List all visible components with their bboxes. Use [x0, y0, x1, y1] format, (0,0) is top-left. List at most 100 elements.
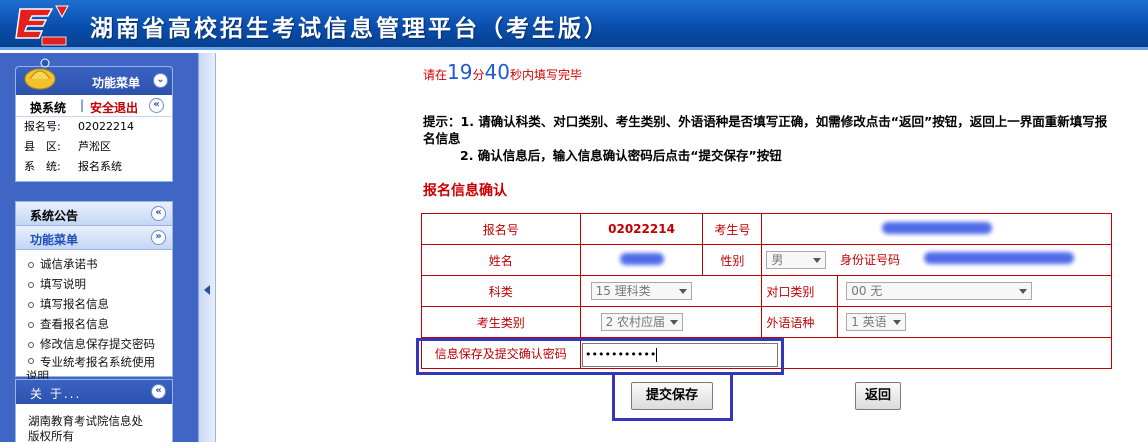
- tip-line-1: 提示：1. 请确认科类、对口类别、考生类别、外语语种是否填写正确，如需修改点击“…: [423, 114, 1108, 146]
- redacted-exam-no: [881, 221, 992, 234]
- timer-min-unit: 分: [472, 68, 485, 82]
- user-info-panel: 功能菜单 ⌄ 换系统 | 安全退出 « 报名号: 02022214 县 区: 芦淞区…: [15, 58, 173, 182]
- announcement-title[interactable]: 系统公告: [30, 207, 78, 224]
- info-value: 芦淞区: [78, 140, 111, 153]
- id-label: 身份证号码: [840, 252, 901, 267]
- info-label: 县 区:: [24, 140, 61, 153]
- menu-item-label: 修改信息保存提交密码: [40, 337, 155, 351]
- about-text: 湖南教育考试院信息处 版权所有: [16, 404, 172, 444]
- chevron-down-icon: [669, 320, 678, 325]
- vocational-label: 对口类别: [761, 275, 839, 307]
- info-label: 系 统:: [24, 160, 61, 173]
- menu-item-label: 专业统考报名系统使用: [40, 355, 155, 369]
- collapse-arrow-icon[interactable]: [204, 285, 210, 295]
- timer-prefix: 请在: [423, 68, 448, 82]
- about-title[interactable]: 关 于...: [30, 385, 81, 402]
- gender-id-cell: 男 身份证号码: [761, 244, 1112, 276]
- menu-item-label: 填写说明: [40, 277, 86, 291]
- menu-header[interactable]: 功能菜单 »: [16, 226, 172, 250]
- subject-label: 科类: [421, 275, 581, 307]
- menu-item-view-info[interactable]: 查看报名信息: [16, 314, 172, 334]
- highlight-box-password: [416, 338, 784, 375]
- language-select[interactable]: 1 英语: [846, 313, 907, 331]
- menu-panel: 系统公告 « 功能菜单 » 诚信承诺书 填写说明 填写报名信息 查看报名信息 修…: [15, 201, 173, 383]
- tip-line-2: 2. 确认信息后，输入信息确认密码后点击“提交保存”按钮: [460, 148, 782, 163]
- app-header: 湖南省高校招生考试信息管理平台（考生版）: [0, 0, 1148, 50]
- menu-item-label: 诚信承诺书: [40, 257, 98, 271]
- chevron-down-icon: [813, 258, 822, 264]
- info-row-system: 系 统: 报名系统: [16, 157, 172, 177]
- page-title: 湖南省高校招生考试信息管理平台（考生版）: [90, 16, 610, 42]
- vocational-cell: 00 无: [837, 275, 1112, 307]
- back-button[interactable]: 返回: [855, 382, 901, 410]
- menu-item-instructions[interactable]: 填写说明: [16, 274, 172, 294]
- submit-save-button[interactable]: 提交保存: [631, 382, 713, 410]
- logout-link[interactable]: 安全退出: [90, 99, 138, 116]
- info-value: 报名系统: [78, 160, 122, 173]
- subject-selected: 15 理科类: [595, 284, 651, 298]
- info-row-reg-no: 报名号: 02022214: [16, 117, 172, 137]
- reg-no-value: 02022214: [579, 213, 704, 245]
- tips-text: 提示：1. 请确认科类、对口类别、考生类别、外语语种是否填写正确，如需修改点击“…: [423, 113, 1113, 164]
- table-row: 姓名 性别 男 身份证号码: [421, 244, 1112, 276]
- subject-select[interactable]: 15 理科类: [590, 282, 692, 300]
- vocational-selected: 00 无: [851, 284, 883, 298]
- chevron-down-icon: [893, 320, 902, 325]
- timer-seconds: 40: [484, 60, 510, 84]
- announcement-header[interactable]: 系统公告 «: [16, 202, 172, 226]
- subject-cell: 15 理科类: [579, 275, 763, 307]
- exam-no-value: [761, 213, 1112, 245]
- exam-no-label: 考生号: [702, 213, 763, 245]
- about-panel: 关 于... « 湖南教育考试院信息处 版权所有: [15, 379, 173, 444]
- menu-item-pledge[interactable]: 诚信承诺书: [16, 254, 172, 274]
- chevron-up-icon[interactable]: «: [151, 206, 166, 221]
- chevron-down-icon[interactable]: ⌄: [153, 73, 168, 88]
- chevron-up-icon[interactable]: «: [149, 98, 164, 113]
- menu-shell-icon: [24, 58, 56, 90]
- gender-label: 性别: [702, 244, 763, 276]
- name-label: 姓名: [421, 244, 581, 276]
- bullet-icon: [28, 262, 34, 268]
- chevron-down-icon: [678, 289, 687, 294]
- menu-item-label: 填写报名信息: [40, 297, 109, 311]
- system-row: 换系统 | 安全退出 «: [16, 95, 172, 117]
- sidebar-splitter[interactable]: [198, 53, 216, 442]
- menu-list: 诚信承诺书 填写说明 填写报名信息 查看报名信息 修改信息保存提交密码 专业统考…: [16, 250, 172, 383]
- about-header[interactable]: 关 于... «: [16, 380, 172, 404]
- gender-select[interactable]: 男: [766, 251, 827, 270]
- name-value: [579, 244, 704, 276]
- bullet-icon: [28, 342, 34, 348]
- category-cell: 2 农村应届: [579, 306, 763, 338]
- function-menu-title: 功能菜单: [92, 76, 141, 90]
- bullet-icon: [28, 302, 34, 308]
- about-line: 湖南教育考试院信息处: [28, 414, 143, 428]
- category-selected: 2 农村应届: [605, 315, 666, 329]
- language-cell: 1 英语: [837, 306, 1112, 338]
- reg-no-label: 报名号: [421, 213, 581, 245]
- table-row: 报名号 02022214 考生号: [421, 213, 1112, 245]
- category-label: 考生类别: [421, 306, 581, 338]
- language-label: 外语语种: [761, 306, 839, 338]
- gender-selected: 男: [771, 253, 784, 268]
- table-row: 科类 15 理科类 对口类别 00 无: [421, 275, 1112, 307]
- chevron-down-icon[interactable]: »: [151, 230, 166, 245]
- info-value: 02022214: [78, 120, 134, 133]
- countdown-timer: 请在19分40秒内填写完毕: [423, 60, 582, 84]
- menu-item-change-password[interactable]: 修改信息保存提交密码: [16, 334, 172, 354]
- switch-system-link[interactable]: 换系统: [30, 99, 66, 116]
- bullet-icon: [28, 358, 34, 364]
- section-title: 报名信息确认: [423, 183, 507, 199]
- table-row: 考生类别 2 农村应届 外语语种 1 英语: [421, 306, 1112, 338]
- info-row-district: 县 区: 芦淞区: [16, 137, 172, 157]
- menu-item-label: 查看报名信息: [40, 317, 109, 331]
- menu-title[interactable]: 功能菜单: [30, 231, 78, 248]
- menu-item-fill-info[interactable]: 填写报名信息: [16, 294, 172, 314]
- category-select[interactable]: 2 农村应届: [600, 313, 683, 331]
- bullet-icon: [28, 282, 34, 288]
- vocational-select[interactable]: 00 无: [846, 282, 1033, 300]
- redacted-id-number: [923, 251, 1074, 264]
- separator: |: [80, 98, 85, 112]
- chevron-up-icon[interactable]: «: [151, 384, 166, 399]
- function-menu-header: 功能菜单 ⌄: [16, 58, 172, 95]
- redacted-name: [619, 252, 664, 265]
